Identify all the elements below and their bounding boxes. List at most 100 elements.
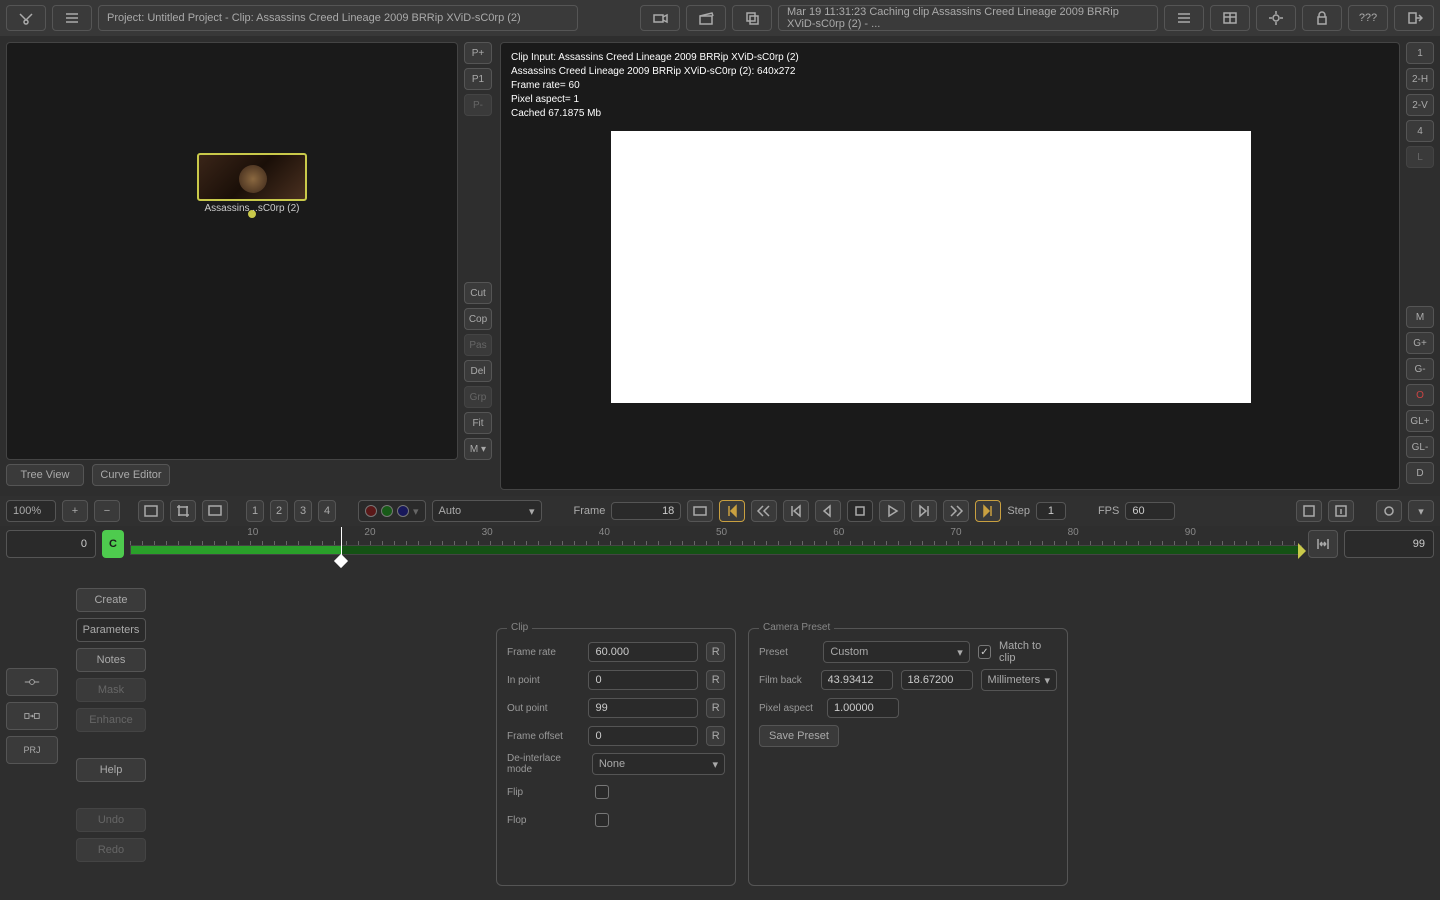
zoom-select[interactable]: 100% bbox=[6, 500, 56, 522]
undo-button[interactable]: Undo bbox=[76, 808, 146, 832]
export-mode-icon[interactable] bbox=[6, 702, 58, 730]
fast-forward-icon[interactable] bbox=[943, 500, 969, 522]
deinterlace-select[interactable]: None▾ bbox=[592, 753, 725, 775]
auto-select[interactable]: Auto▾ bbox=[432, 500, 542, 522]
display-icon[interactable] bbox=[687, 500, 713, 522]
mask-button[interactable]: Mask bbox=[76, 678, 146, 702]
gamma-minus-button[interactable]: G- bbox=[1406, 358, 1434, 380]
gamma-plus-button[interactable]: G+ bbox=[1406, 332, 1434, 354]
flip-checkbox[interactable] bbox=[595, 785, 609, 799]
timeline-end[interactable]: 99 bbox=[1344, 530, 1434, 558]
cut-button[interactable]: Cut bbox=[464, 282, 492, 304]
preset-3[interactable]: 3 bbox=[294, 500, 312, 522]
notes-button[interactable]: Notes bbox=[76, 648, 146, 672]
group-button[interactable]: Grp bbox=[464, 386, 492, 408]
clapper-icon[interactable] bbox=[686, 5, 726, 31]
filmback-h-input[interactable] bbox=[901, 670, 973, 690]
exit-icon[interactable] bbox=[1394, 5, 1434, 31]
tree-view[interactable]: Assassins ..sC0rp (2) bbox=[6, 42, 458, 460]
key-end-icon[interactable] bbox=[975, 500, 1001, 522]
camera-icon[interactable] bbox=[640, 5, 680, 31]
layout-1-button[interactable]: 1 bbox=[1406, 42, 1434, 64]
gl-minus-button[interactable]: GL- bbox=[1406, 436, 1434, 458]
delete-button[interactable]: Del bbox=[464, 360, 492, 382]
fps-input[interactable] bbox=[1125, 502, 1175, 520]
create-button[interactable]: Create bbox=[76, 588, 146, 612]
preset-1[interactable]: 1 bbox=[246, 500, 264, 522]
timeline[interactable]: 10 20 30 40 50 60 70 80 90 bbox=[130, 527, 1302, 561]
tab-tree-view[interactable]: Tree View bbox=[6, 464, 84, 486]
p-minus-button[interactable]: P- bbox=[464, 94, 492, 116]
o-button[interactable]: O bbox=[1406, 384, 1434, 406]
lock-icon[interactable] bbox=[1302, 5, 1342, 31]
viewer[interactable]: Clip Input: Assassins Creed Lineage 2009… bbox=[500, 42, 1400, 490]
layout-2v-button[interactable]: 2-V bbox=[1406, 94, 1434, 116]
pixel-aspect-input[interactable] bbox=[827, 698, 899, 718]
p-plus-button[interactable]: P+ bbox=[464, 42, 492, 64]
dropdown-icon[interactable]: ▾ bbox=[1408, 500, 1434, 522]
in-point-input[interactable] bbox=[588, 670, 698, 690]
gear-icon[interactable] bbox=[1256, 5, 1296, 31]
zoom-out-button[interactable]: − bbox=[94, 500, 120, 522]
preset-4[interactable]: 4 bbox=[318, 500, 336, 522]
paste-button[interactable]: Pas bbox=[464, 334, 492, 356]
parameters-button[interactable]: Parameters bbox=[76, 618, 146, 642]
unit-select[interactable]: Millimeters▾ bbox=[981, 669, 1057, 691]
node-mode-icon[interactable] bbox=[6, 668, 58, 696]
rewind-icon[interactable] bbox=[751, 500, 777, 522]
frame-rate-input[interactable] bbox=[588, 642, 698, 662]
key-start-icon[interactable] bbox=[719, 500, 745, 522]
next-frame-icon[interactable] bbox=[911, 500, 937, 522]
timeline-start[interactable]: 0 bbox=[6, 530, 96, 558]
clip-node[interactable]: Assassins ..sC0rp (2) bbox=[197, 153, 307, 218]
project-icon[interactable]: PRJ bbox=[6, 736, 58, 764]
step-back-icon[interactable] bbox=[815, 500, 841, 522]
frame-input[interactable] bbox=[611, 502, 681, 520]
filmback-w-input[interactable] bbox=[821, 670, 893, 690]
out-point-input[interactable] bbox=[588, 698, 698, 718]
step-input[interactable] bbox=[1036, 502, 1066, 520]
save-preset-button[interactable]: Save Preset bbox=[759, 725, 839, 747]
red-channel[interactable] bbox=[365, 505, 377, 517]
flop-checkbox[interactable] bbox=[595, 813, 609, 827]
d-button[interactable]: D bbox=[1406, 462, 1434, 484]
rgb-channels[interactable]: ▾ bbox=[358, 500, 426, 522]
timeline-track[interactable] bbox=[130, 545, 1302, 555]
preset-2[interactable]: 2 bbox=[270, 500, 288, 522]
stop-button[interactable] bbox=[847, 500, 873, 522]
safe-area-icon[interactable] bbox=[138, 500, 164, 522]
gl-plus-button[interactable]: GL+ bbox=[1406, 410, 1434, 432]
fit-range-icon[interactable] bbox=[1308, 530, 1338, 558]
panels-icon[interactable] bbox=[1210, 5, 1250, 31]
preset-select[interactable]: Custom▾ bbox=[823, 641, 969, 663]
blue-channel[interactable] bbox=[397, 505, 409, 517]
node-thumbnail[interactable] bbox=[197, 153, 307, 201]
list-icon[interactable] bbox=[52, 5, 92, 31]
p1-button[interactable]: P1 bbox=[464, 68, 492, 90]
green-channel[interactable] bbox=[381, 505, 393, 517]
copy-icon[interactable] bbox=[732, 5, 772, 31]
reset-button[interactable]: R bbox=[706, 726, 725, 746]
prev-frame-icon[interactable] bbox=[783, 500, 809, 522]
match-checkbox[interactable] bbox=[978, 645, 991, 659]
layout-l-button[interactable]: L bbox=[1406, 146, 1434, 168]
reset-button[interactable]: R bbox=[706, 642, 725, 662]
monitor-icon[interactable] bbox=[202, 500, 228, 522]
reset-button[interactable]: R bbox=[706, 670, 725, 690]
reset-button[interactable]: R bbox=[706, 698, 725, 718]
enhance-button[interactable]: Enhance bbox=[76, 708, 146, 732]
play-button[interactable] bbox=[879, 500, 905, 522]
nodes-icon[interactable] bbox=[6, 5, 46, 31]
crop-icon[interactable] bbox=[170, 500, 196, 522]
lines-icon[interactable] bbox=[1164, 5, 1204, 31]
m-menu-button[interactable]: M ▾ bbox=[464, 438, 492, 460]
m-button[interactable]: M bbox=[1406, 306, 1434, 328]
info-icon[interactable] bbox=[1328, 500, 1354, 522]
help-button[interactable]: ??? bbox=[1348, 5, 1388, 31]
copy-button[interactable]: Cop bbox=[464, 308, 492, 330]
zoom-in-button[interactable]: + bbox=[62, 500, 88, 522]
redo-button[interactable]: Redo bbox=[76, 838, 146, 862]
range-end-handle[interactable] bbox=[1298, 543, 1306, 559]
tab-curve-editor[interactable]: Curve Editor bbox=[92, 464, 170, 486]
frame-offset-input[interactable] bbox=[588, 726, 698, 746]
